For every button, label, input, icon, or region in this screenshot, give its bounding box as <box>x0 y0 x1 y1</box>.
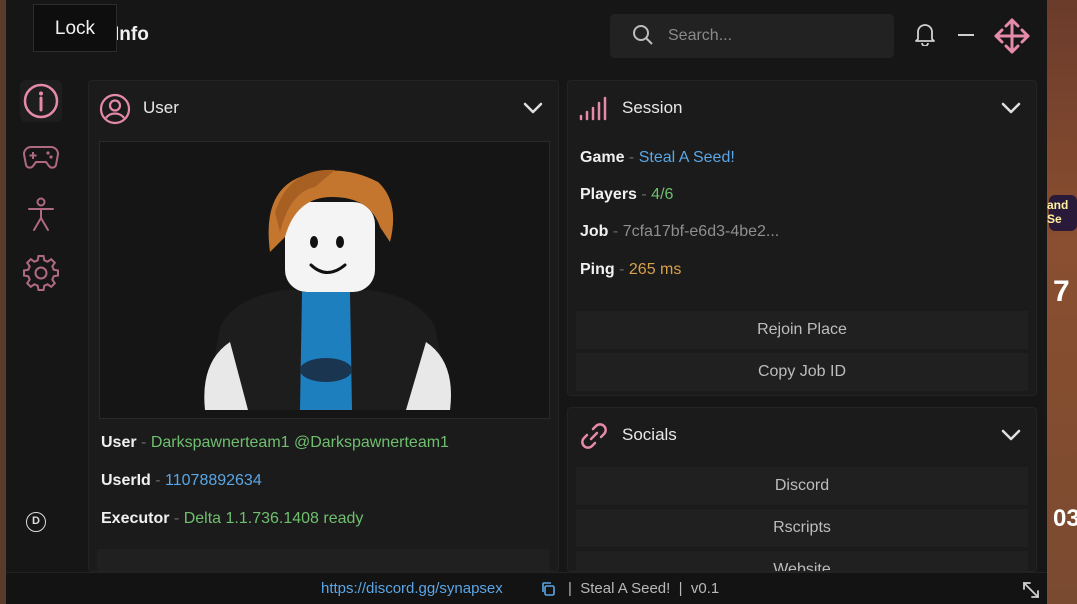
ping-info-row: Ping - 265 ms <box>580 261 681 279</box>
gear-icon <box>23 255 59 291</box>
minimize-button[interactable] <box>958 34 974 36</box>
resize-icon[interactable] <box>1022 581 1040 599</box>
chevron-down-icon[interactable] <box>1000 424 1022 446</box>
separator: - <box>619 261 629 278</box>
link-icon <box>581 423 607 449</box>
signal-icon <box>579 96 607 121</box>
executor-label: Executor <box>101 510 170 527</box>
avatar-preview <box>99 141 550 419</box>
user-panel-title: User <box>143 98 179 117</box>
footer-game: Steal A Seed! <box>580 580 671 597</box>
session-panel-title: Session <box>622 98 683 117</box>
separator: | <box>670 580 691 597</box>
job-info-row: Job - 7cfa17bf-e6d3-4be2... <box>580 223 779 241</box>
gamepad-icon <box>22 146 60 169</box>
info-window: Info Lock <box>6 0 1047 604</box>
userid-value: 11078892634 <box>165 472 262 489</box>
players-info-row: Players - 4/6 <box>580 186 673 204</box>
window-title: Info <box>114 24 149 45</box>
footer-version: v0.1 <box>690 580 720 597</box>
socials-panel: Socials Discord Rscripts Website <box>567 407 1037 572</box>
sidebar-item-game[interactable] <box>20 136 62 178</box>
chevron-down-icon[interactable] <box>1000 97 1022 119</box>
ping-label: Ping <box>580 261 615 278</box>
website-button[interactable]: Website <box>576 551 1028 571</box>
sidebar-item-character[interactable] <box>20 194 62 236</box>
job-label: Job <box>580 223 609 240</box>
user-panel-header[interactable]: User <box>89 81 558 133</box>
game-label: Game <box>580 149 625 166</box>
copy-job-id-button[interactable]: Copy Job ID <box>576 353 1028 391</box>
job-value: 7cfa17bf-e6d3-4be2... <box>622 223 780 240</box>
user-panel: User User - Darkspawnerteam1 @Darkspawne… <box>88 80 559 572</box>
executor-info-row: Executor - Delta 1.1.736.1408 ready <box>101 510 363 528</box>
discord-link[interactable]: https://discord.gg/synapsex <box>321 580 503 597</box>
userid-info-row: UserId - 11078892634 <box>101 472 262 490</box>
sidebar-item-info[interactable] <box>20 80 62 122</box>
lock-tooltip-label: Lock <box>54 18 96 39</box>
lock-tooltip: Lock <box>33 4 117 52</box>
separator: - <box>173 510 184 527</box>
status-bar: https://discord.gg/synapsex | Steal A Se… <box>6 572 1047 604</box>
user-label: User <box>101 434 137 451</box>
user-icon <box>99 93 131 125</box>
separator: | <box>568 580 581 597</box>
footer-info: | Steal A Seed! | v0.1 <box>568 580 719 597</box>
game-value: Steal A Seed! <box>638 149 735 166</box>
players-value: 4/6 <box>651 186 674 203</box>
copy-icon[interactable] <box>540 581 556 597</box>
sidebar: D <box>6 72 76 572</box>
separator: - <box>155 472 166 489</box>
separator: - <box>628 149 639 166</box>
cut-off-row <box>97 549 549 571</box>
chevron-down-icon[interactable] <box>522 97 544 119</box>
userid-label: UserId <box>101 472 151 489</box>
avatar-image <box>204 169 452 410</box>
info-icon <box>23 83 59 119</box>
socials-panel-title: Socials <box>622 425 677 444</box>
game-number: 7 <box>1053 275 1070 308</box>
session-panel: Session Game - Steal A Seed! Players - 4… <box>567 80 1037 396</box>
title-bar[interactable]: Info <box>6 0 1047 72</box>
bell-icon[interactable] <box>914 22 936 46</box>
game-number-2: 03 <box>1053 505 1077 532</box>
user-info-row: User - Darkspawnerteam1 @Darkspawnerteam… <box>101 434 449 452</box>
d-key-indicator: D <box>26 512 46 532</box>
search-icon <box>633 25 653 45</box>
session-panel-header[interactable]: Session <box>568 81 1036 133</box>
game-info-row: Game - Steal A Seed! <box>580 149 735 167</box>
separator: - <box>612 223 623 240</box>
search-bar[interactable] <box>610 14 894 58</box>
executor-value: Delta 1.1.736.1408 ready <box>183 510 364 527</box>
ping-value: 265 ms <box>628 261 682 278</box>
user-value: Darkspawnerteam1 @Darkspawnerteam1 <box>150 434 449 451</box>
rejoin-place-button[interactable]: Rejoin Place <box>576 311 1028 349</box>
person-icon <box>28 197 54 231</box>
players-label: Players <box>580 186 637 203</box>
move-icon[interactable] <box>992 16 1032 56</box>
sidebar-item-settings[interactable] <box>20 252 62 294</box>
socials-panel-header[interactable]: Socials <box>568 408 1036 460</box>
separator: - <box>641 186 652 203</box>
game-background-right: and Se 7 03 <box>1047 0 1077 604</box>
discord-button[interactable]: Discord <box>576 467 1028 505</box>
game-badge-text: and Se <box>1047 198 1069 226</box>
search-input[interactable] <box>668 24 878 48</box>
rscripts-button[interactable]: Rscripts <box>576 509 1028 547</box>
separator: - <box>141 434 151 451</box>
